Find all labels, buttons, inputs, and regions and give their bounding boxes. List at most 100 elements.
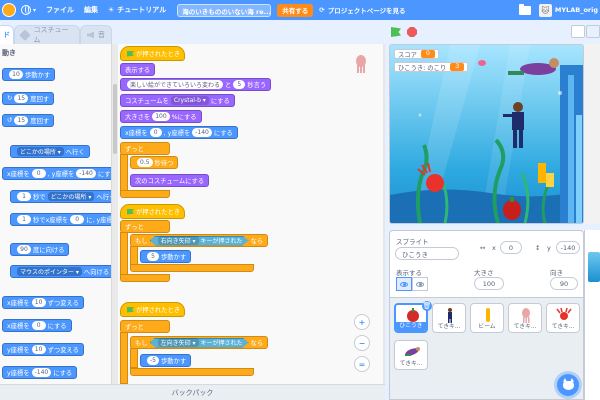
block-dropdown[interactable]: マウスのポインター ▾: [17, 267, 82, 276]
block-input[interactable]: -140: [76, 169, 96, 178]
show-block[interactable]: 表示する: [120, 63, 156, 76]
block-input[interactable]: 0: [31, 321, 46, 330]
palette-scrollbar-thumb[interactable]: [113, 84, 117, 154]
set-size-block[interactable]: 大きさを 100 %にする: [120, 110, 202, 123]
zoom-out-button[interactable]: −: [354, 335, 370, 351]
when-flag-clicked-hat-2[interactable]: が押されたとき: [120, 204, 186, 219]
username[interactable]: MYLAB_orig: [555, 6, 598, 14]
palette-block-go-to[interactable]: どこかの場所 ▾ へ行く: [10, 145, 90, 158]
edit-menu[interactable]: 編集: [79, 0, 103, 20]
palette-block-set-x[interactable]: x座標を 0 にする: [2, 319, 72, 332]
stop-button[interactable]: [407, 27, 417, 37]
wait-block[interactable]: 0.5 秒待つ: [130, 156, 179, 169]
normal-stage-button[interactable]: [586, 25, 600, 38]
share-button[interactable]: 共有する: [277, 3, 314, 17]
switch-costume-block[interactable]: コスチュームを Crystal-b ▾ にする: [120, 94, 235, 107]
say-text-input[interactable]: 楽しい絵ができていろいろ変わる: [127, 80, 224, 89]
palette-block-set-y[interactable]: y座標を -140 にする: [2, 366, 78, 379]
project-title-input[interactable]: 海のいきもののいない海 re...: [177, 3, 272, 17]
language-menu[interactable]: ▾: [16, 0, 41, 20]
show-sprite-button[interactable]: [396, 277, 412, 291]
size-input[interactable]: 100: [474, 277, 504, 290]
block-dropdown[interactable]: どこかの場所 ▾: [17, 147, 64, 156]
palette-block-change-y[interactable]: y座標を 10 ずつ変える: [2, 343, 84, 356]
palette-block-point-towards[interactable]: マウスのポインター ▾ へ向ける: [10, 265, 111, 278]
block-input[interactable]: 1: [17, 192, 31, 201]
file-menu[interactable]: ファイル: [41, 0, 79, 20]
palette-block-move[interactable]: 10 歩動かす: [2, 68, 56, 81]
block-input[interactable]: 10: [31, 345, 46, 354]
wait-input[interactable]: 0.5: [137, 158, 153, 167]
block-input[interactable]: 0: [31, 169, 46, 178]
block-input[interactable]: 15: [14, 116, 29, 125]
zoom-reset-button[interactable]: =: [354, 356, 370, 372]
palette-block-turn-right[interactable]: ↻ 15 度回す: [2, 92, 55, 105]
block-input[interactable]: 90: [17, 245, 31, 254]
if-key-pressed-block[interactable]: もし 右向き矢印 ▾ キーが押された なら: [130, 234, 269, 247]
y-position-input[interactable]: -140: [556, 241, 580, 254]
sprite-tile[interactable]: ビーム: [470, 303, 504, 333]
stage-target-panel[interactable]: [584, 230, 600, 400]
add-sprite-button[interactable]: [557, 374, 579, 396]
hide-sprite-button[interactable]: [412, 277, 428, 291]
block-input[interactable]: 10: [31, 298, 46, 307]
key-dropdown[interactable]: 右向き矢印 ▾: [157, 236, 199, 245]
remaining-monitor[interactable]: ひこうき: のこり 3: [394, 62, 469, 72]
block-dropdown[interactable]: どこかの場所 ▾: [47, 192, 95, 201]
say-for-secs-block[interactable]: 楽しい絵ができていろいろ変わると 5 秒言う: [120, 78, 272, 91]
green-flag-button[interactable]: [391, 27, 401, 37]
palette-block-turn-left[interactable]: ↺ 15 度回す: [2, 114, 55, 127]
block-input[interactable]: 0: [70, 215, 85, 224]
user-avatar[interactable]: 🐱: [538, 3, 552, 17]
when-flag-clicked-hat[interactable]: が押されたとき: [120, 46, 186, 61]
stage[interactable]: スコア 0 ひこうき: のこり 3: [389, 44, 584, 224]
y-input[interactable]: -140: [192, 128, 212, 137]
size-input[interactable]: 100: [152, 112, 170, 121]
tutorial-menu[interactable]: ☀ チュートリアル: [103, 0, 171, 20]
block-text: なら: [250, 340, 264, 347]
scratch-logo[interactable]: [2, 3, 16, 17]
key-pressed-sensing-2[interactable]: 左向き矢印 ▾ キーが押された: [149, 337, 249, 348]
backpack[interactable]: バックパック: [0, 384, 385, 400]
my-stuff-folder-icon[interactable]: [518, 3, 531, 15]
next-costume-block[interactable]: 次のコスチュームにする: [130, 174, 210, 187]
steps-input[interactable]: 5: [147, 252, 159, 261]
x-position-input[interactable]: 0: [500, 241, 522, 254]
block-input[interactable]: -140: [31, 368, 52, 377]
block-input[interactable]: 15: [14, 94, 29, 103]
palette-block-glide-to-xy[interactable]: 1秒でx座標を0に, y座標を: [10, 213, 111, 226]
sprite-tile[interactable]: てきキ...: [432, 303, 466, 333]
palette-block-go-to-xy[interactable]: x座標を0, y座標を-140にする: [2, 167, 111, 180]
code-area[interactable]: が押されたとき 表示する 楽しい絵ができていろいろ変わると 5 秒言う コスチューム…: [118, 44, 385, 384]
sprite-tile[interactable]: てきキ...: [508, 303, 542, 333]
code-area-scrollbar[interactable]: [383, 44, 385, 384]
go-to-xy-block[interactable]: x座標を 0, y座標を -140 にする: [120, 126, 238, 139]
zoom-in-button[interactable]: +: [354, 314, 370, 330]
steps-input-2[interactable]: -5: [147, 356, 159, 365]
tab-code[interactable]: ド: [0, 25, 14, 44]
small-stage-button[interactable]: [571, 25, 585, 38]
key-dropdown-2[interactable]: 左向き矢印 ▾: [157, 338, 199, 347]
see-project-page-button[interactable]: ⟳ プロジェクトページを見る: [319, 5, 405, 15]
tab-costumes[interactable]: コスチューム: [14, 25, 80, 44]
move-steps-block[interactable]: 5 歩動かす: [140, 250, 192, 263]
move-steps-block-2[interactable]: -5 歩動かす: [140, 354, 192, 367]
say-seconds-input[interactable]: 5: [233, 80, 246, 89]
score-monitor[interactable]: スコア 0: [394, 49, 439, 59]
when-flag-clicked-hat-3[interactable]: が押されたとき: [120, 302, 186, 317]
direction-input[interactable]: 90: [550, 277, 578, 290]
key-pressed-sensing[interactable]: 右向き矢印 ▾ キーが押された: [149, 235, 249, 246]
block-input[interactable]: 10: [9, 70, 23, 79]
if-key-pressed-block-2[interactable]: もし 左向き矢印 ▾ キーが押された なら: [130, 336, 269, 349]
block-input[interactable]: 1: [17, 215, 31, 224]
tab-sounds[interactable]: 音: [80, 25, 112, 44]
palette-block-glide-to[interactable]: 1秒でどこかの場所 ▾へ行く: [10, 190, 111, 203]
sprite-tile[interactable]: てきキ...: [546, 303, 580, 333]
sprite-tile[interactable]: てきキ...: [394, 340, 428, 370]
sprite-name-input[interactable]: ひこうき: [395, 247, 459, 260]
costume-dropdown[interactable]: Crystal-b ▾: [170, 96, 209, 105]
delete-sprite-button[interactable]: 🗑: [422, 301, 432, 311]
palette-block-change-x[interactable]: x座標を 10 ずつ変える: [2, 296, 84, 309]
x-input[interactable]: 0: [149, 128, 162, 137]
palette-block-point-direction[interactable]: 90 度に向ける: [10, 243, 70, 256]
